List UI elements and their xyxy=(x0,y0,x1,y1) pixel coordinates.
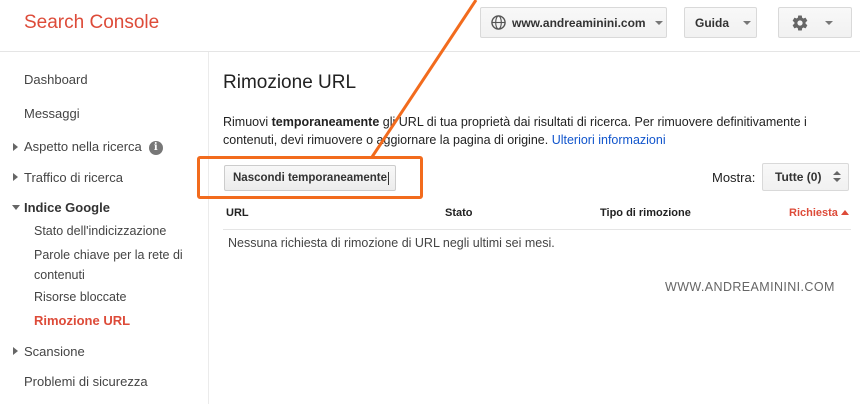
sidebar-item-label: Aspetto nella ricerca xyxy=(24,139,142,154)
sidebar-item-security-issues[interactable]: Problemi di sicurezza xyxy=(24,374,148,389)
info-icon[interactable]: i xyxy=(148,141,163,155)
sidebar-item-crawl[interactable]: Scansione xyxy=(24,344,85,359)
column-header-removal-type[interactable]: Tipo di rimozione xyxy=(600,207,691,219)
chevron-right-icon[interactable] xyxy=(13,173,18,181)
chevron-down-icon xyxy=(825,20,833,25)
chevron-right-icon[interactable] xyxy=(13,143,18,151)
filter-select[interactable]: Tutte (0) xyxy=(762,163,849,191)
globe-icon xyxy=(491,15,506,30)
column-header-requested[interactable]: Richiesta xyxy=(789,207,849,219)
annotation-highlight-box xyxy=(197,156,423,199)
help-button-label: Guida xyxy=(695,15,730,30)
column-header-status[interactable]: Stato xyxy=(445,207,473,219)
page-title: Rimozione URL xyxy=(223,72,357,93)
site-selector-label: www.andreaminini.com xyxy=(512,15,646,30)
app-title[interactable]: Search Console xyxy=(24,12,159,34)
sidebar-item-dashboard[interactable]: Dashboard xyxy=(24,72,88,87)
empty-state-message: Nessuna richiesta di rimozione di URL ne… xyxy=(228,236,555,250)
chevron-down-icon xyxy=(654,20,663,25)
column-header-url[interactable]: URL xyxy=(226,207,249,219)
filter-select-value: Tutte (0) xyxy=(775,170,822,184)
sidebar-item-google-index[interactable]: Indice Google xyxy=(24,200,110,215)
chevron-down-icon xyxy=(743,20,752,25)
table-divider xyxy=(223,229,851,230)
description-text: Rimuovi xyxy=(223,115,272,129)
sidebar-subitem-index-status[interactable]: Stato dell'indicizzazione xyxy=(34,221,166,241)
column-header-label: Richiesta xyxy=(789,207,838,219)
settings-button[interactable] xyxy=(778,7,852,38)
help-button[interactable]: Guida xyxy=(684,7,757,38)
watermark: WWW.ANDREAMININI.COM xyxy=(665,280,835,294)
sidebar-item-search-appearance[interactable]: Aspetto nella ricerca i xyxy=(24,139,163,155)
gear-icon xyxy=(792,15,808,31)
sidebar-item-messages[interactable]: Messaggi xyxy=(24,106,80,121)
updown-arrows-icon xyxy=(833,171,841,182)
description-emphasis: temporaneamente xyxy=(271,115,380,129)
learn-more-link[interactable]: Ulteriori informazioni xyxy=(552,133,666,147)
sidebar-subitem-content-keywords[interactable]: Parole chiave per la rete di contenuti xyxy=(34,245,194,285)
sidebar-subitem-remove-urls[interactable]: Rimozione URL xyxy=(34,311,130,331)
site-selector[interactable]: www.andreaminini.com xyxy=(480,7,667,38)
chevron-down-icon[interactable] xyxy=(12,205,20,210)
filter-label: Mostra: xyxy=(712,170,756,185)
sort-ascending-icon xyxy=(840,210,849,215)
chevron-right-icon[interactable] xyxy=(13,347,18,355)
sidebar-item-search-traffic[interactable]: Traffico di ricerca xyxy=(24,170,123,185)
sidebar-subitem-blocked-resources[interactable]: Risorse bloccate xyxy=(34,287,126,307)
page-description: Rimuovi temporaneamente gli URL di tua p… xyxy=(223,113,838,149)
